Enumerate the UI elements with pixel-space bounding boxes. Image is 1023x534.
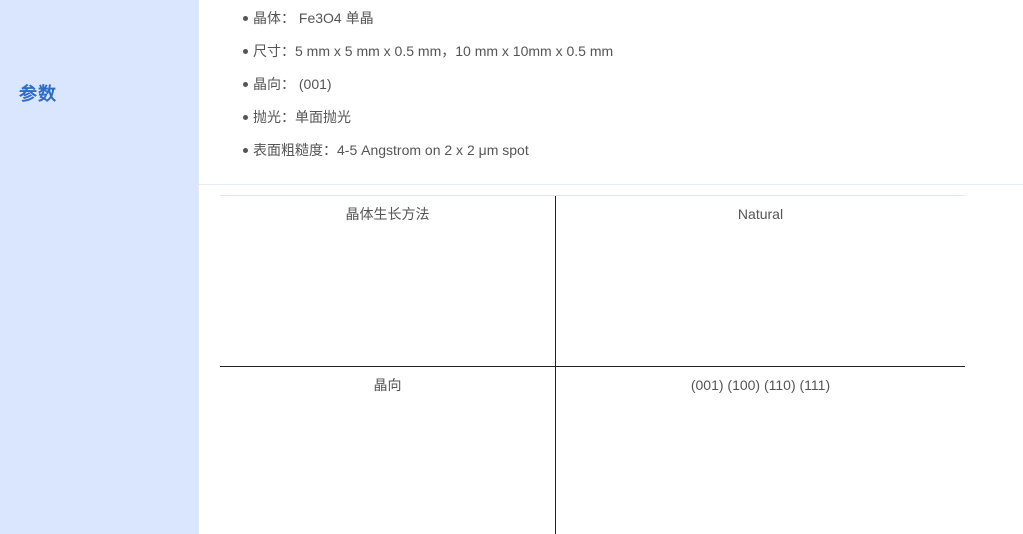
table-row-divider xyxy=(220,366,965,367)
bullet-icon xyxy=(243,148,248,153)
sidebar: 参数 xyxy=(0,0,199,534)
section-divider xyxy=(199,184,1023,185)
bullet-icon xyxy=(243,49,248,54)
table-cell-key: 晶向 xyxy=(373,377,402,393)
spec-value: 4-5 Angstrom on 2 x 2 μm spot xyxy=(337,142,529,158)
spec-item-crystal: 晶体： Fe3O4 单晶 xyxy=(243,8,613,41)
spec-value: 5 mm x 5 mm x 0.5 mm，10 mm x 10mm x 0.5 … xyxy=(295,43,614,59)
spec-label: 晶体： xyxy=(253,10,295,26)
bullet-icon xyxy=(243,82,248,87)
spec-list: 晶体： Fe3O4 单晶 尺寸：5 mm x 5 mm x 0.5 mm，10 … xyxy=(243,8,613,173)
spec-table: 晶体生长方法 Natural 晶向 (001) (100) (110) (111… xyxy=(220,195,965,534)
spec-label: 晶向： xyxy=(253,76,295,92)
page: 参数 晶体： Fe3O4 单晶 尺寸：5 mm x 5 mm x 0.5 mm，… xyxy=(0,0,1023,534)
table-column-divider xyxy=(555,196,556,534)
table-cell-value: Natural xyxy=(737,206,784,222)
main-content: 晶体： Fe3O4 单晶 尺寸：5 mm x 5 mm x 0.5 mm，10 … xyxy=(199,0,1023,534)
spec-label: 抛光： xyxy=(253,109,295,125)
spec-item-size: 尺寸：5 mm x 5 mm x 0.5 mm，10 mm x 10mm x 0… xyxy=(243,41,613,74)
table-top-border xyxy=(220,195,965,196)
section-title: 参数 xyxy=(19,84,57,104)
spec-item-roughness: 表面粗糙度：4-5 Angstrom on 2 x 2 μm spot xyxy=(243,140,613,173)
spec-value: Fe3O4 单晶 xyxy=(295,10,374,26)
bullet-icon xyxy=(243,16,248,21)
spec-item-polish: 抛光：单面抛光 xyxy=(243,107,613,140)
spec-value: (001) xyxy=(295,76,332,92)
spec-label: 表面粗糙度： xyxy=(253,142,337,158)
table-cell-key: 晶体生长方法 xyxy=(345,206,430,222)
bullet-icon xyxy=(243,115,248,120)
spec-value: 单面抛光 xyxy=(295,109,351,125)
spec-item-orientation: 晶向： (001) xyxy=(243,74,613,107)
table-cell-value: (001) (100) (110) (111) xyxy=(690,377,831,393)
spec-label: 尺寸： xyxy=(253,43,295,59)
